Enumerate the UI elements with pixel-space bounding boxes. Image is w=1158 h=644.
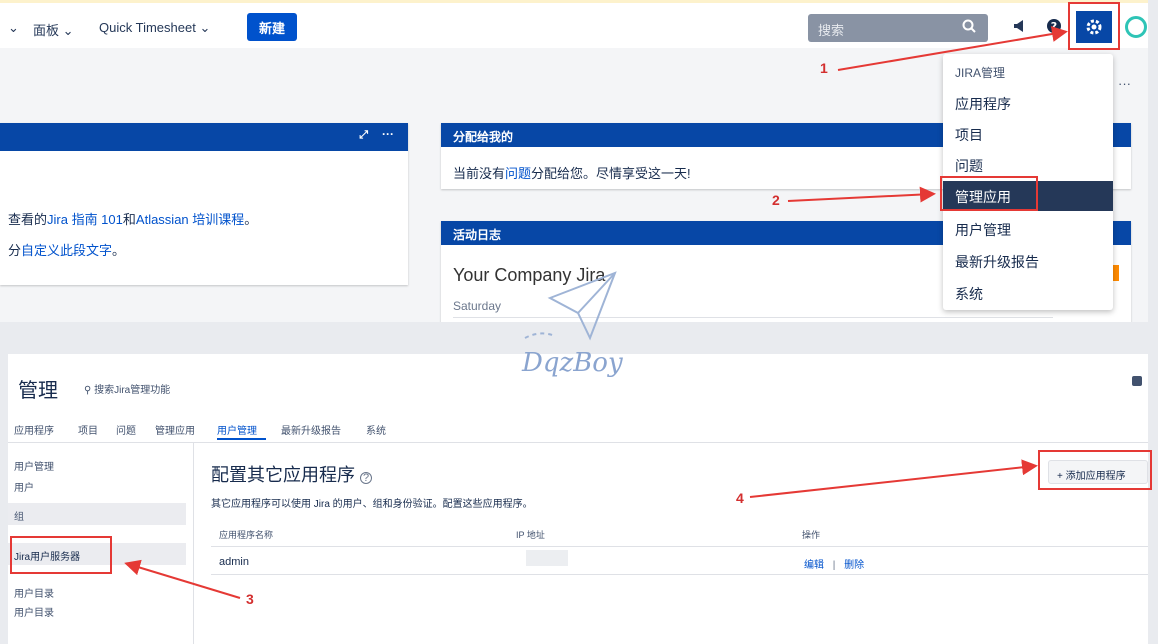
annotation-4: 4 — [736, 490, 744, 506]
admin-screenshot: 管理 ⚲ 搜索Jira管理功能 应用程序 项目 问题 管理应用 用户管理 最新升… — [8, 354, 1148, 644]
tab-system[interactable]: 系统 — [366, 422, 386, 437]
sidebar-item-user-directories[interactable]: 用户目录 — [8, 604, 186, 620]
intro-text-line1: 查看的Jira 指南 101和Atlassian 培训课程。 — [8, 209, 257, 228]
highlight-box-settings — [1068, 2, 1120, 50]
intro-text-line2: 分自定义此段文字。 — [8, 240, 125, 259]
paper-plane-icon — [524, 271, 617, 341]
config-description: 其它应用程序可以使用 Jira 的用户、组和身份验证。配置这些应用程序。 — [211, 499, 533, 510]
top-navigation-bar: ⌄ 面板 ⌄ Quick Timesheet ⌄ 新建 搜索 ? — [0, 0, 1148, 48]
chevron-down-icon: ⌄ — [199, 20, 211, 35]
assigned-text: 分配给您。尽情享受这一天! — [531, 166, 691, 181]
tab-projects[interactable]: 项目 — [78, 422, 98, 437]
sidebar-section-user-management: 用户管理 — [14, 462, 54, 473]
more-icon[interactable]: ··· — [1118, 76, 1131, 91]
search-icon — [962, 19, 976, 36]
sidebar-item-groups[interactable]: 组 — [8, 503, 186, 525]
admin-search-label: 搜索Jira管理功能 — [94, 385, 171, 396]
sidebar-section-user-directories: 用户目录 — [14, 589, 54, 600]
search-input[interactable]: 搜索 — [808, 14, 988, 42]
quick-timesheet-menu[interactable]: Quick Timesheet ⌄ — [99, 20, 210, 36]
chevron-down-icon: ⌄ — [62, 23, 74, 38]
watermark: DqzBoy — [520, 258, 640, 388]
divider — [211, 546, 1148, 547]
page-title: 管理 — [18, 380, 58, 402]
create-button[interactable]: 新建 — [247, 13, 297, 41]
intro-gadget-header: ⤢ ··· — [0, 123, 408, 151]
activity-feed-icon[interactable] — [1113, 265, 1119, 281]
highlight-box-add-app — [1038, 450, 1152, 490]
dashboards-label: 面板 — [33, 23, 60, 38]
feedback-icon[interactable] — [1132, 376, 1142, 386]
menu-item-applications[interactable]: 应用程序 — [943, 88, 1113, 118]
menu-item-system[interactable]: 系统 — [943, 278, 1113, 308]
menu-item-user-management[interactable]: 用户管理 — [943, 214, 1113, 244]
divider — [211, 574, 1148, 575]
intro-text: 分 — [8, 243, 22, 258]
intro-gadget: ⤢ ··· 查看的Jira 指南 101和Atlassian 培训课程。 分自定… — [0, 123, 408, 285]
quick-timesheet-label: Quick Timesheet — [99, 20, 196, 35]
tab-manage-apps[interactable]: 管理应用 — [155, 422, 195, 437]
assigned-empty-text: 当前没有问题分配给您。尽情享受这一天! — [453, 163, 691, 182]
nav-chevron-icon[interactable]: ⌄ — [8, 20, 19, 36]
menu-header: JIRA管理 — [955, 66, 1006, 80]
table-header-name: 应用程序名称 — [219, 530, 274, 540]
annotation-1: 1 — [820, 60, 828, 76]
annotation-3: 3 — [246, 591, 254, 607]
config-title-text: 配置其它应用程序 — [211, 465, 355, 485]
tab-upgrade-report[interactable]: 最新升级报告 — [281, 422, 341, 437]
sidebar-item-users[interactable]: 用户 — [8, 479, 186, 495]
dashboards-menu[interactable]: 面板 ⌄ — [33, 20, 74, 39]
edit-link[interactable]: 编辑 — [804, 560, 824, 571]
assigned-text: 当前没有 — [453, 166, 506, 181]
highlight-box-user-server — [10, 536, 112, 574]
help-icon[interactable]: ? — [360, 472, 373, 484]
intro-text: 查看的 — [8, 212, 48, 227]
menu-item-projects[interactable]: 项目 — [943, 119, 1113, 149]
table-cell-app-name: admin — [219, 556, 249, 568]
annotation-2: 2 — [772, 192, 780, 208]
avatar[interactable] — [1125, 16, 1147, 38]
training-link[interactable]: Atlassian 培训课程 — [136, 212, 244, 227]
intro-text: 。 — [244, 212, 258, 227]
tab-user-management[interactable]: 用户管理 — [217, 422, 257, 437]
active-tab-indicator — [217, 438, 266, 440]
tab-applications[interactable]: 应用程序 — [14, 422, 54, 437]
redacted-ip — [526, 550, 568, 566]
jira-guide-link[interactable]: Jira 指南 101 — [47, 212, 123, 227]
megaphone-icon[interactable] — [1012, 17, 1030, 35]
expand-icon[interactable]: ⤢ — [359, 129, 368, 142]
tab-issues[interactable]: 问题 — [116, 422, 136, 437]
search-placeholder: 搜索 — [818, 23, 845, 38]
table-header-ip: IP 地址 — [516, 530, 545, 540]
watermark-text: DqzBoy — [522, 348, 623, 378]
table-header-actions: 操作 — [802, 530, 821, 540]
intro-text: 和 — [122, 212, 136, 227]
customize-text-link[interactable]: 自定义此段文字 — [21, 243, 112, 258]
help-icon[interactable]: ? — [1045, 17, 1063, 35]
search-icon: ⚲ — [84, 385, 92, 396]
svg-text:?: ? — [1051, 20, 1057, 33]
more-icon[interactable]: ··· — [382, 127, 394, 141]
activity-day: Saturday — [453, 299, 502, 313]
menu-item-upgrade-report[interactable]: 最新升级报告 — [943, 246, 1113, 276]
action-separator: | — [832, 560, 836, 571]
delete-link[interactable]: 删除 — [844, 560, 864, 571]
intro-text: 。 — [112, 243, 126, 258]
table-row-actions: 编辑 | 删除 — [804, 556, 864, 571]
issues-link[interactable]: 问题 — [505, 166, 531, 181]
config-page-title: 配置其它应用程序 ? — [211, 461, 373, 487]
highlight-box-manage-apps — [940, 176, 1038, 211]
admin-search[interactable]: ⚲ 搜索Jira管理功能 — [84, 381, 170, 396]
